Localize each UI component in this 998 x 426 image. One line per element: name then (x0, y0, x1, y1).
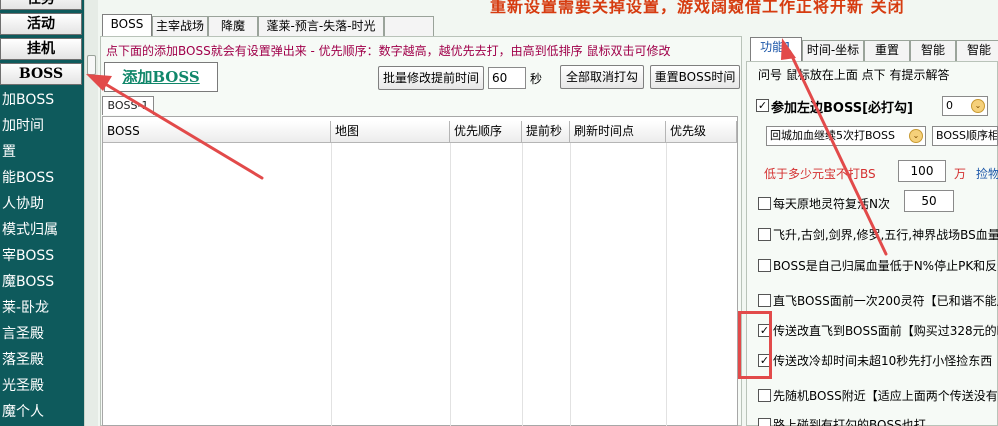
app-window: 任务 活动 挂机 BOSS 加BOSS 加时间 置 能BOSS 人协助 模式归属… (0, 0, 998, 426)
annotation-arrow-to-function-tab (788, 50, 888, 256)
annotation-arrow-to-boss (100, 80, 264, 180)
arrow-head-icon (86, 74, 112, 91)
arrow-head-icon (781, 38, 796, 60)
annotation-arrows (86, 38, 888, 256)
